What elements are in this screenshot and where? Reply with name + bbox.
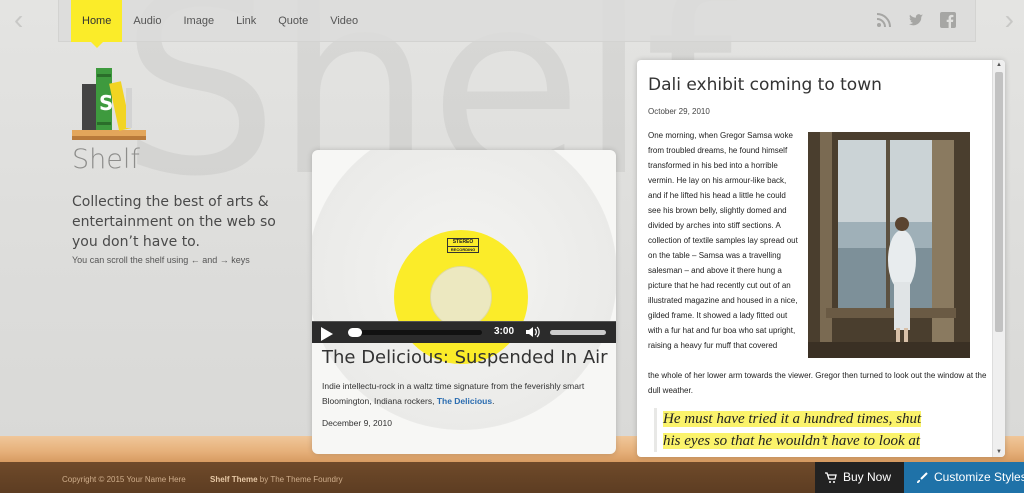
stereo-text: STEREO	[452, 239, 474, 245]
svg-text:S: S	[99, 91, 113, 115]
social-links	[875, 12, 957, 30]
footer-by-text: by	[257, 475, 271, 484]
nav-menu: Home Audio Image Link Quote Video	[71, 0, 369, 48]
paintbrush-icon	[916, 462, 928, 493]
scroll-hint: You can scroll the shelf using ← and → k…	[72, 255, 250, 265]
article-date: October 29, 2010	[648, 107, 710, 116]
nav-item-link[interactable]: Link	[225, 0, 267, 42]
quote-line-2: his eyes so that he wouldn’t have to loo…	[663, 433, 921, 449]
nav-item-image[interactable]: Image	[172, 0, 225, 42]
customize-styles-button[interactable]: Customize Styles	[904, 462, 1024, 493]
audio-post-description: Indie intellectu-rock in a waltz time si…	[322, 379, 608, 409]
site-description: Collecting the best of arts & entertainm…	[72, 194, 276, 250]
buy-now-button[interactable]: Buy Now	[815, 462, 904, 493]
audio-player: 3:00	[312, 321, 616, 343]
site-logo-books-icon[interactable]: S	[72, 64, 148, 142]
footer-theme-link[interactable]: Shelf Theme	[210, 475, 258, 484]
stereo-badge: STEREO RECORDING	[447, 238, 479, 253]
buy-now-label: Buy Now	[843, 470, 892, 484]
volume-icon[interactable]	[526, 326, 540, 341]
article-scrollbar[interactable]: ▲ ▼	[992, 60, 1005, 457]
audio-post-date: December 9, 2010	[322, 418, 392, 428]
facebook-icon[interactable]	[939, 12, 957, 30]
article-body-side: One morning, when Gregor Samsa woke from…	[648, 131, 798, 350]
record-center-hole	[430, 266, 492, 328]
article-pullquote: He must have tried it a hundred times, s…	[654, 408, 972, 452]
article-painting-image[interactable]	[808, 132, 970, 358]
band-link[interactable]: The Delicious	[437, 396, 492, 406]
article-post-card: Dali exhibit coming to town October 29, …	[637, 60, 1005, 457]
progress-track[interactable]	[348, 330, 482, 335]
player-time: 3:00	[494, 326, 515, 337]
audio-post-card: STEREO RECORDING 3:00 The Delicious: Sus…	[312, 150, 616, 454]
play-icon[interactable]	[321, 327, 333, 341]
footer-copyright: Copyright © 2015 Your Name Here	[62, 475, 186, 484]
recording-text: RECORDING	[448, 246, 478, 252]
cart-icon	[825, 462, 837, 493]
scroll-left-arrow-icon[interactable]: ‹	[14, 6, 23, 34]
twitter-icon[interactable]	[907, 12, 925, 30]
customize-styles-label: Customize Styles	[934, 470, 1024, 484]
scrollbar-thumb[interactable]	[995, 72, 1003, 332]
top-navigation: Home Audio Image Link Quote Video	[58, 0, 976, 48]
article-body-full: the whole of her lower arm towards the v…	[648, 371, 987, 395]
audio-post-title[interactable]: The Delicious: Suspended In Air	[322, 347, 608, 368]
scroll-down-arrow-icon[interactable]: ▼	[993, 449, 1005, 455]
nav-item-audio[interactable]: Audio	[122, 0, 172, 42]
site-title[interactable]: Shelf	[72, 144, 140, 175]
audio-desc-end: .	[492, 396, 495, 406]
quote-line-1: He must have tried it a hundred times, s…	[663, 411, 922, 427]
article-title[interactable]: Dali exhibit coming to town	[648, 75, 882, 95]
scroll-up-arrow-icon[interactable]: ▲	[993, 62, 1005, 68]
footer-credits: Copyright © 2015 Your Name Here Shelf Th…	[62, 475, 343, 484]
footer-author-link[interactable]: The Theme Foundry	[270, 475, 342, 484]
progress-handle[interactable]	[348, 328, 362, 337]
nav-item-video[interactable]: Video	[319, 0, 369, 42]
scroll-right-arrow-icon[interactable]: ›	[1005, 6, 1014, 34]
nav-item-quote[interactable]: Quote	[267, 0, 319, 42]
volume-slider[interactable]	[550, 330, 606, 335]
rss-icon[interactable]	[875, 12, 893, 30]
nav-item-home[interactable]: Home	[71, 0, 123, 48]
